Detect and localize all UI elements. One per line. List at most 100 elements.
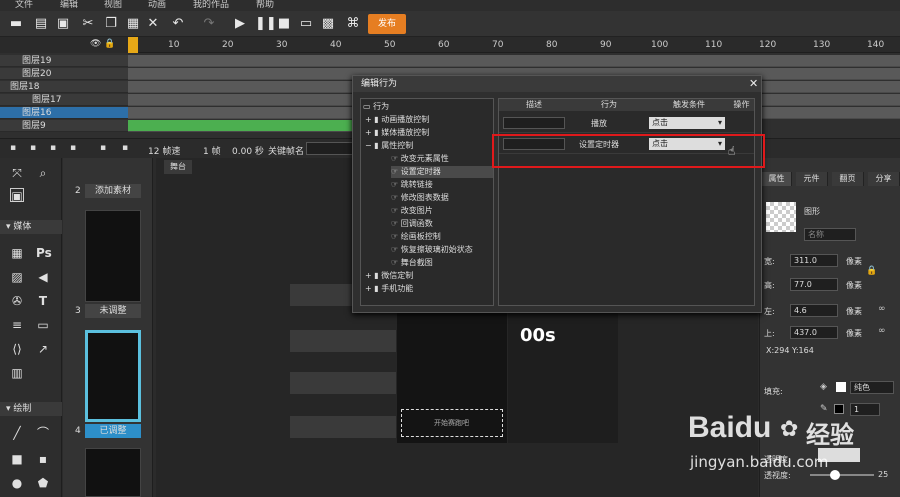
code-block-icon[interactable]: ⟨⟩ [10, 342, 24, 356]
audio-icon[interactable]: ◀ [36, 270, 50, 284]
layer-track-green[interactable] [128, 120, 368, 132]
delete-icon[interactable]: ✕ [145, 16, 161, 32]
new-file-icon[interactable]: ▬ [8, 16, 24, 32]
tree-item-selected[interactable]: ☞ 设置定时器 [391, 166, 493, 178]
tab-components[interactable]: 元件 [796, 172, 828, 186]
page-thumbnail-selected[interactable] [85, 330, 141, 422]
layer-track[interactable] [128, 55, 900, 67]
selected-element[interactable]: 开始赛跑吧 [401, 409, 503, 437]
grid-icon[interactable]: ▦ [10, 246, 24, 260]
rounded-rect-icon[interactable]: ▪ [36, 452, 50, 466]
zoom-icon[interactable]: ⌕ [36, 166, 50, 180]
playhead[interactable] [128, 37, 138, 53]
layer-row-selected[interactable]: 图层16 [0, 107, 128, 119]
trash-icon-2[interactable]: ▪ [122, 143, 128, 153]
lock-icon[interactable]: 🔒 [104, 39, 115, 49]
list-icon[interactable]: ≡ [10, 318, 24, 332]
top-input[interactable]: 437.0 [790, 326, 838, 339]
draw-section-header[interactable]: ▾ 绘制 [0, 402, 62, 416]
folder-icon[interactable]: ▪ [30, 143, 36, 153]
cut-icon[interactable]: ✂ [80, 16, 96, 32]
layer-row[interactable]: 图层18 [0, 81, 128, 93]
duplicate-icon[interactable]: ▪ [70, 143, 76, 153]
menu-view[interactable]: 视图 [104, 0, 122, 11]
behavior-row[interactable]: 播放 点击 ▾ [499, 113, 754, 133]
video-icon[interactable]: ✇ [10, 294, 24, 308]
copy-layer-icon[interactable]: ▪ [50, 143, 56, 153]
menu-edit[interactable]: 编辑 [60, 0, 78, 11]
curve-icon[interactable]: ⌒ [36, 426, 50, 440]
ps-icon[interactable]: Ps [36, 246, 52, 260]
lock-ratio-icon[interactable]: 🔒 [866, 266, 877, 276]
text-icon[interactable]: T [36, 294, 50, 308]
tree-item[interactable]: ☞ 修改图表数据 [391, 192, 449, 204]
paste-icon[interactable]: ▦ [125, 16, 141, 32]
link-icon[interactable]: ∞ [878, 304, 886, 314]
close-icon[interactable]: ✕ [749, 76, 758, 92]
chart-icon[interactable]: ↗ [36, 342, 50, 356]
barcode-icon[interactable]: ▥ [10, 366, 24, 380]
pause-icon[interactable]: ❚❚ [255, 16, 277, 32]
media-section-header[interactable]: ▾ 媒体 [0, 220, 62, 234]
layer-row[interactable]: 图层9 [0, 120, 128, 132]
tab-share[interactable]: 分享 [868, 172, 900, 186]
qrcode-icon[interactable]: ▩ [320, 16, 336, 32]
stage-canvas[interactable]: 开始赛跑吧 [397, 313, 507, 443]
timeline-ruler[interactable]: 10 20 30 40 50 60 70 80 90 100 110 120 1… [128, 37, 900, 53]
tree-item[interactable]: ☞ 舞台截图 [391, 257, 433, 269]
image-icon[interactable]: ▨ [10, 270, 24, 284]
tree-folder-wechat[interactable]: + ▮ 微信定制 [365, 270, 413, 282]
rectangle-icon[interactable]: ■ [10, 452, 24, 466]
preview-icon[interactable]: ▭ [298, 16, 314, 32]
tree-item[interactable]: ☞ 绘画板控制 [391, 231, 441, 243]
page-thumbnail[interactable] [85, 448, 141, 497]
crop-icon[interactable]: ▣ [10, 188, 24, 203]
description-input[interactable] [503, 117, 565, 129]
keyframe-name-input[interactable] [306, 142, 358, 155]
pentagon-icon[interactable]: ⬟ [36, 476, 50, 490]
circle-icon[interactable]: ● [10, 476, 24, 490]
stage-canvas-right[interactable]: 00s [508, 313, 618, 443]
page-thumbnail[interactable] [85, 210, 141, 302]
add-layer-icon[interactable]: ▪ [10, 143, 16, 153]
stage-tab[interactable]: 舞台 [164, 160, 192, 174]
presentation-icon[interactable]: ▭ [36, 318, 50, 332]
left-input[interactable]: 4.6 [790, 304, 838, 317]
undo-icon[interactable]: ↶ [170, 16, 186, 32]
fill-color-swatch[interactable] [836, 382, 846, 392]
tree-item[interactable]: ☞ 改变元素属性 [391, 153, 449, 165]
fill-mode-select[interactable]: 纯色 [850, 381, 894, 394]
menu-help[interactable]: 帮助 [256, 0, 274, 11]
shape-name-field[interactable]: 名称 [804, 228, 856, 241]
tree-root[interactable]: ▭ 行为 [363, 101, 389, 113]
tree-item[interactable]: ☞ 改变图片 [391, 205, 433, 217]
tree-item[interactable]: ☞ 回调函数 [391, 218, 433, 230]
menu-animation[interactable]: 动画 [148, 0, 166, 11]
redo-icon[interactable]: ↷ [201, 16, 217, 32]
trigger-select[interactable]: 点击 ▾ [649, 117, 725, 129]
tree-folder-animation[interactable]: + ▮ 动画播放控制 [365, 114, 429, 126]
publish-button[interactable]: 发布 [368, 14, 406, 34]
fill-bucket-icon[interactable]: ◈ [820, 382, 827, 392]
play-icon[interactable]: ▶ [232, 16, 248, 32]
layer-row[interactable]: 图层17 [0, 94, 128, 106]
tree-folder-property[interactable]: − ▮ 属性控制 [365, 140, 413, 152]
tree-folder-mobile[interactable]: + ▮ 手机功能 [365, 283, 413, 295]
tab-pages[interactable]: 翻页 [832, 172, 864, 186]
visibility-icon[interactable]: 👁 [90, 39, 101, 49]
stop-icon[interactable]: ■ [276, 16, 292, 32]
tree-item[interactable]: ☞ 恢复擦玻璃初始状态 [391, 244, 473, 256]
trash-icon[interactable]: ▪ [100, 143, 106, 153]
line-icon[interactable]: ╱ [10, 426, 24, 440]
code-icon[interactable]: ⌘ [345, 16, 361, 32]
tab-properties[interactable]: 属性 [762, 172, 792, 186]
tree-folder-media[interactable]: + ▮ 媒体播放控制 [365, 127, 429, 139]
select-icon[interactable]: ⤧ [10, 166, 24, 180]
layer-row[interactable]: 图层20 [0, 68, 128, 80]
open-file-icon[interactable]: ▤ [33, 16, 49, 32]
save-icon[interactable]: ▣ [55, 16, 71, 32]
width-input[interactable]: 311.0 [790, 254, 838, 267]
layer-row[interactable]: 图层19 [0, 55, 128, 67]
link-icon[interactable]: ∞ [878, 326, 886, 336]
height-input[interactable]: 77.0 [790, 278, 838, 291]
